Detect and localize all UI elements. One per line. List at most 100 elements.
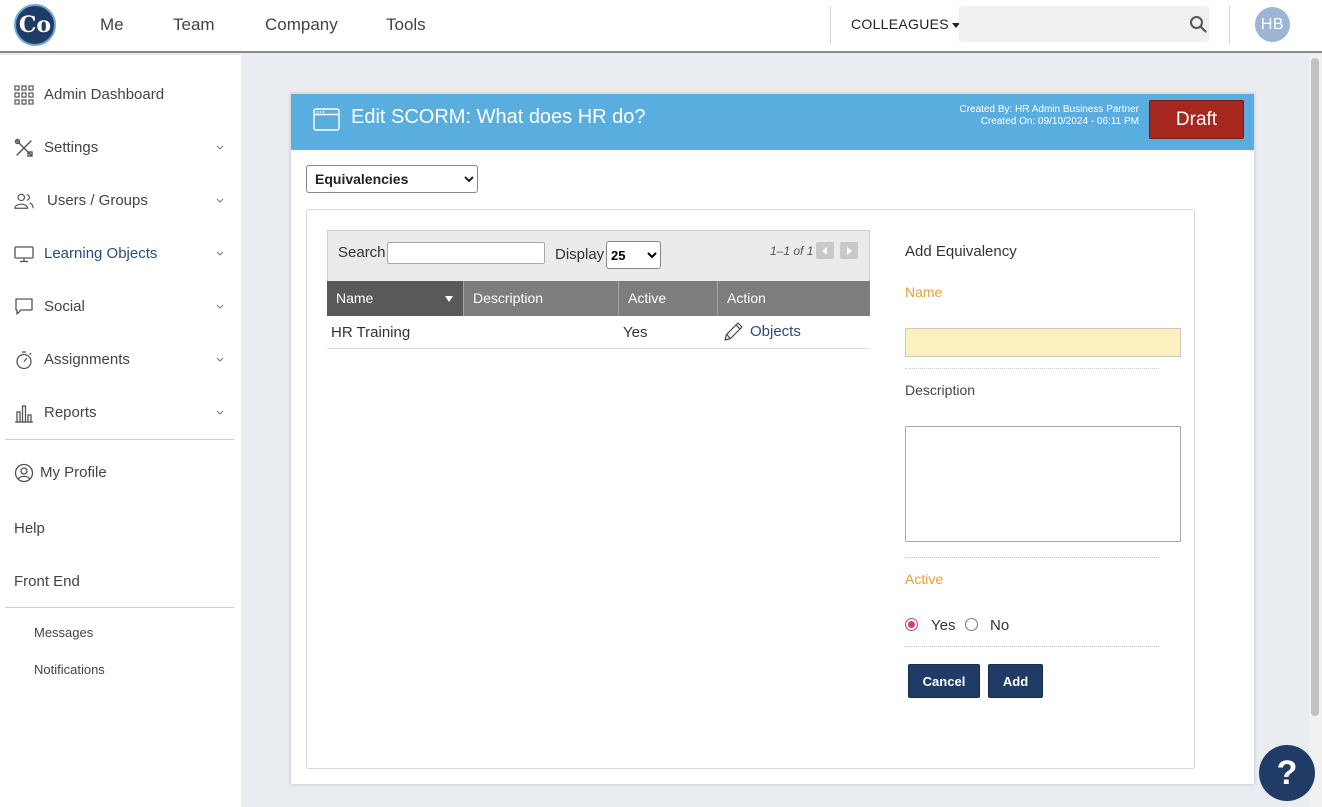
display-count-select[interactable]: 25 [606, 241, 661, 269]
search-label: Search [338, 244, 386, 261]
chevron-down-icon [216, 198, 224, 203]
sidebar-item-assignments[interactable]: Assignments [14, 345, 226, 375]
bar-chart-icon [15, 405, 33, 423]
table-header: Name Description Active Action [327, 281, 870, 316]
sidebar-item-users-groups[interactable]: Users / Groups [14, 186, 226, 216]
sidebar-item-social[interactable]: Social [14, 292, 226, 322]
table-search-input[interactable] [387, 242, 545, 264]
display-label: Display [555, 246, 605, 263]
user-circle-icon [14, 463, 34, 483]
users-icon [14, 193, 34, 209]
objects-link[interactable]: Objects [750, 323, 801, 340]
yes-label: Yes [931, 617, 956, 634]
name-label: Name [905, 284, 943, 300]
created-by: Created By: HR Admin Business Partner [959, 104, 1139, 115]
scrollbar-thumb[interactable] [1311, 58, 1319, 716]
nav-me[interactable]: Me [100, 0, 124, 49]
chevron-down-icon [216, 410, 224, 415]
chevron-down-icon [216, 251, 224, 256]
sidebar: Admin Dashboard Settings Users / Groups [0, 55, 241, 807]
sidebar-item-label: Reports [44, 404, 97, 421]
active-no-radio[interactable] [965, 618, 978, 631]
draft-status-button[interactable]: Draft [1149, 100, 1244, 139]
arrow-left-icon [822, 247, 827, 255]
description-textarea[interactable] [905, 426, 1181, 542]
sidebar-item-my-profile[interactable]: My Profile [14, 458, 226, 488]
sidebar-item-learning-objects[interactable]: Learning Objects [14, 239, 226, 269]
avatar[interactable]: HB [1255, 7, 1290, 42]
sidebar-item-label: Social [44, 298, 85, 315]
grid-icon [14, 85, 34, 105]
sort-down-icon [445, 296, 453, 302]
table-row: HR Training Yes Objects [327, 316, 870, 349]
search-icon[interactable] [1189, 15, 1207, 33]
pager-text: 1–1 of 1 [770, 244, 814, 258]
sidebar-item-label: Settings [44, 139, 99, 156]
sidebar-item-messages[interactable]: Messages [34, 625, 93, 640]
column-header-name[interactable]: Name [327, 281, 464, 316]
column-header-active[interactable]: Active [619, 281, 718, 316]
field-divider [905, 368, 1159, 369]
colleagues-dropdown[interactable]: COLLEAGUES [851, 0, 960, 49]
cancel-button[interactable]: Cancel [908, 664, 980, 698]
table-toolbar: Search Display 25 1–1 of 1 [327, 230, 870, 281]
sidebar-divider [5, 607, 234, 608]
column-header-description[interactable]: Description [464, 281, 619, 316]
add-button[interactable]: Add [988, 664, 1043, 698]
column-header-action[interactable]: Action [718, 281, 870, 316]
window-icon [313, 108, 340, 131]
prev-page-button[interactable] [816, 242, 834, 259]
chevron-down-icon [216, 145, 224, 150]
monitor-icon [14, 246, 34, 263]
logo[interactable]: Co [14, 4, 56, 46]
tools-icon [14, 138, 33, 157]
panel-header: Edit SCORM: What does HR do? Created By:… [291, 94, 1254, 150]
next-page-button[interactable] [840, 242, 858, 259]
nav-tools[interactable]: Tools [386, 0, 426, 49]
description-label: Description [905, 382, 976, 398]
no-label: No [990, 617, 1010, 634]
view-select[interactable]: Equivalencies [306, 165, 478, 193]
stopwatch-icon [16, 351, 32, 370]
cell-active: Yes [623, 324, 648, 341]
cell-name: HR Training [331, 324, 411, 341]
help-button[interactable]: ? [1259, 745, 1315, 801]
sidebar-item-label: Learning Objects [44, 245, 158, 262]
sidebar-item-admin-dashboard[interactable]: Admin Dashboard [14, 80, 226, 110]
created-meta: Created By: HR Admin Business Partner Cr… [959, 104, 1139, 128]
global-search-input[interactable] [959, 6, 1209, 42]
field-divider [905, 646, 1159, 647]
equivalency-container: Search Display 25 1–1 of 1 Name Descript… [306, 209, 1195, 769]
top-bar: Co Me Team Company Tools COLLEAGUES HB [0, 0, 1322, 53]
chat-icon [15, 298, 33, 315]
chevron-down-icon [216, 304, 224, 309]
column-label: Name [336, 290, 374, 306]
nav-company[interactable]: Company [265, 0, 338, 49]
sidebar-item-help[interactable]: Help [14, 520, 45, 537]
colleagues-label: COLLEAGUES [851, 16, 949, 32]
sidebar-divider [5, 439, 234, 440]
field-divider [905, 557, 1159, 558]
form-title: Add Equivalency [905, 243, 1017, 260]
divider [830, 6, 831, 44]
active-label: Active [905, 571, 944, 587]
sidebar-item-label: Users / Groups [47, 192, 148, 209]
sidebar-item-label: My Profile [40, 464, 107, 481]
active-yes-radio[interactable] [905, 618, 918, 631]
sidebar-item-reports[interactable]: Reports [14, 398, 226, 428]
page-title: Edit SCORM: What does HR do? [351, 106, 646, 128]
divider [1229, 6, 1230, 44]
sidebar-item-label: Assignments [44, 351, 130, 368]
edit-scorm-panel: Edit SCORM: What does HR do? Created By:… [291, 94, 1254, 784]
chevron-down-icon [216, 357, 224, 362]
pencil-icon[interactable] [722, 321, 744, 343]
sidebar-item-notifications[interactable]: Notifications [34, 662, 105, 677]
name-input[interactable] [905, 328, 1181, 357]
sidebar-item-front-end[interactable]: Front End [14, 573, 80, 590]
sidebar-item-settings[interactable]: Settings [14, 133, 226, 163]
sidebar-item-label: Admin Dashboard [44, 86, 165, 103]
arrow-right-icon [847, 247, 852, 255]
scrollbar[interactable] [1309, 55, 1322, 807]
created-on: Created On: 09/10/2024 - 06:11 PM [980, 116, 1139, 127]
nav-team[interactable]: Team [173, 0, 215, 49]
